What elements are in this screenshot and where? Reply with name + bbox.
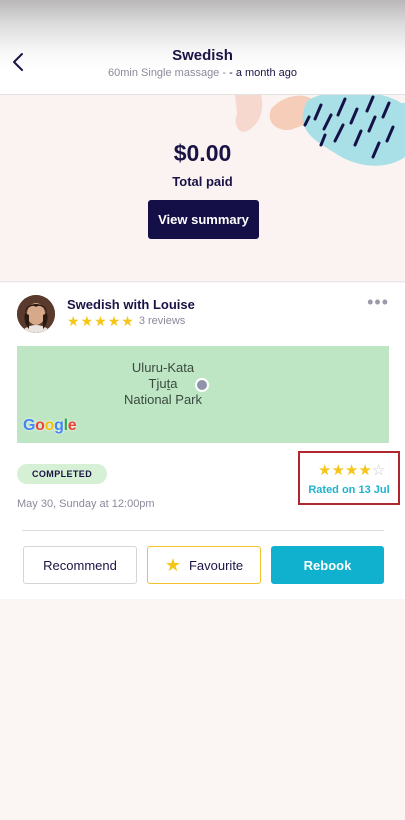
star-icon: ★ (358, 462, 372, 479)
rebook-button[interactable]: Rebook (271, 546, 384, 584)
map-pin-icon (195, 378, 209, 392)
booking-card: Swedish with Louise ★ ★ ★ ★ ★ 3 reviews … (0, 283, 405, 599)
divider (22, 530, 384, 531)
total-paid-label: Total paid (172, 174, 233, 189)
page-title: Swedish (172, 47, 233, 64)
star-outline-icon: ☆ (371, 462, 386, 479)
favourite-label: Favourite (188, 557, 244, 573)
user-rating-stars: ★ ★ ★ ★ ☆ (318, 463, 385, 478)
booking-subtitle: 60min Single massage - - a month ago (0, 67, 405, 79)
star-icon: ★ (164, 555, 181, 575)
star-icon: ★ (331, 462, 345, 479)
booking-details: 60min Single massage - (108, 67, 227, 79)
star-icon: ★ (121, 313, 134, 329)
payment-summary-section: $0.00 Total paid View summary (0, 95, 405, 282)
more-options-icon[interactable]: ••• (367, 293, 389, 311)
star-icon: ★ (67, 313, 80, 329)
status-badge: COMPLETED (17, 464, 108, 484)
rebook-label: Rebook (303, 557, 352, 573)
booking-date: May 30, Sunday at 12:00pm (17, 498, 155, 510)
therapist-rating: ★ ★ ★ ★ ★ 3 reviews (67, 314, 185, 328)
user-rating-box[interactable]: ★ ★ ★ ★ ☆ Rated on 13 Jul (298, 451, 400, 505)
therapist-title[interactable]: Swedish with Louise (67, 297, 195, 312)
recommend-button[interactable]: Recommend (23, 546, 137, 584)
location-map[interactable]: Uluru-Kata Tjuṯa National Park Google (17, 346, 389, 443)
star-icon: ★ (318, 462, 332, 479)
star-icon: ★ (80, 313, 94, 329)
rated-on-text: Rated on 13 Jul (308, 484, 390, 496)
total-amount: $0.00 (173, 140, 232, 166)
top-bar: Swedish 60min Single massage - - a month… (0, 0, 405, 95)
booking-time-ago: - a month ago (229, 67, 297, 79)
map-place-label: Uluru-Kata Tjuṯa National Park (123, 360, 203, 407)
view-summary-button[interactable]: View summary (148, 200, 259, 239)
google-logo: Google (23, 417, 77, 434)
favourite-button[interactable]: ★ Favourite (147, 546, 261, 584)
star-icon: ★ (107, 313, 121, 329)
recommend-label: Recommend (43, 557, 117, 573)
star-icon: ★ (94, 313, 107, 329)
avatar (17, 295, 55, 333)
reviews-count[interactable]: 3 reviews (139, 315, 185, 327)
star-icon: ★ (344, 462, 359, 479)
